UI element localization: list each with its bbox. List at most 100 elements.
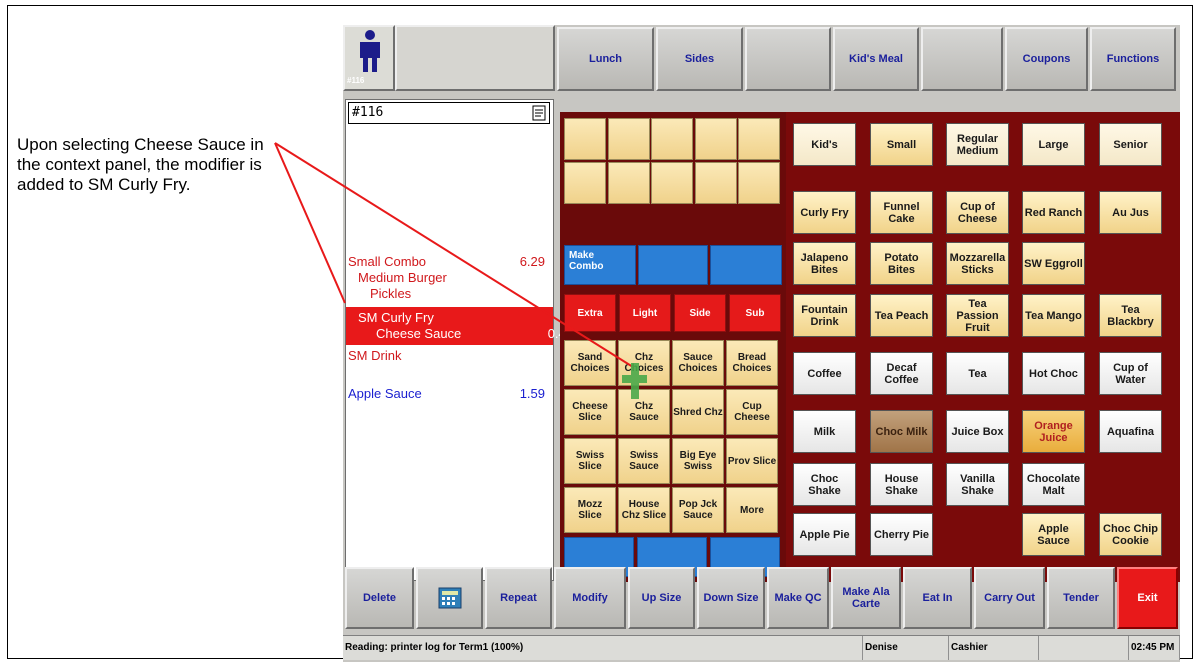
exit-button[interactable]: Exit (1117, 567, 1178, 629)
context-blank-button[interactable] (607, 118, 650, 160)
menu-choc-milk-button[interactable]: Choc Milk (870, 410, 933, 453)
menu-chocolate-malt-button[interactable]: Chocolate Malt (1022, 463, 1085, 506)
modifier-mozz-slice-button[interactable]: Mozz Slice (564, 487, 616, 533)
modifier-cup-cheese-button[interactable]: Cup Cheese (726, 389, 778, 435)
tab-blank[interactable] (921, 27, 1003, 91)
menu-orange-juice-button[interactable]: Orange Juice (1022, 410, 1085, 453)
order-line[interactable]: Apple Sauce 1.59 (348, 386, 551, 402)
modifier-shred-chz-button[interactable]: Shred Chz (672, 389, 724, 435)
menu-vanilla-shake-button[interactable]: Vanilla Shake (946, 463, 1009, 506)
menu-tea-mango-button[interactable]: Tea Mango (1022, 294, 1085, 337)
order-line[interactable]: Pickles (348, 286, 573, 302)
order-line[interactable]: Cheese Sauce0.40 (348, 326, 579, 342)
modifier-swiss-slice-button[interactable]: Swiss Slice (564, 438, 616, 484)
menu-kid-s-button[interactable]: Kid's (793, 123, 856, 166)
make-ala-carte-button[interactable]: Make Ala Carte (831, 567, 901, 629)
calculator-button[interactable] (416, 567, 483, 629)
tab-sides[interactable]: Sides (656, 27, 743, 91)
context-blank-button[interactable] (564, 162, 606, 204)
modifier-extra-button[interactable]: Extra (564, 294, 616, 332)
tab-lunch[interactable]: Lunch (557, 27, 654, 91)
modifier-cheese-slice-button[interactable]: Cheese Slice (564, 389, 616, 435)
modifier-prov-slice-button[interactable]: Prov Slice (726, 438, 778, 484)
tab-functions[interactable]: Functions (1090, 27, 1176, 91)
menu-tea-peach-button[interactable]: Tea Peach (870, 294, 933, 337)
menu-hot-choc-button[interactable]: Hot Choc (1022, 352, 1085, 395)
context-blank-button[interactable] (738, 162, 780, 204)
context-blank-button[interactable] (694, 118, 737, 160)
pos-window: #116 #116 Small Combo 6.29 Medium Burger Pi… (343, 25, 1180, 662)
menu-apple-sauce-button[interactable]: Apple Sauce (1022, 513, 1085, 556)
menu-milk-button[interactable]: Milk (793, 410, 856, 453)
modifier-sand-choices-button[interactable]: Sand Choices (564, 340, 616, 386)
modifier-sub-button[interactable]: Sub (729, 294, 781, 332)
menu-grid: Kid's Small Regular Medium Large Senior Curly… (786, 112, 1180, 582)
context-blue-button[interactable] (710, 245, 782, 285)
menu-funnel-cake-button[interactable]: Funnel Cake (870, 191, 933, 234)
menu-senior-button[interactable]: Senior (1099, 123, 1162, 166)
eat-in-button[interactable]: Eat In (903, 567, 972, 629)
menu-jalapeno-bites-button[interactable]: Jalapeno Bites (793, 242, 856, 285)
menu-cup-of-water-button[interactable]: Cup of Water (1099, 352, 1162, 395)
order-line[interactable]: Medium Burger (348, 270, 561, 286)
modify-button[interactable]: Modify (554, 567, 626, 629)
modifier-side-button[interactable]: Side (674, 294, 726, 332)
modifier-bread-choices-button[interactable]: Bread Choices (726, 340, 778, 386)
modifier-more-button[interactable]: More (726, 487, 778, 533)
menu-aquafina-button[interactable]: Aquafina (1099, 410, 1162, 453)
menu-house-shake-button[interactable]: House Shake (870, 463, 933, 506)
menu-au-jus-button[interactable]: Au Jus (1099, 191, 1162, 234)
context-blank-button[interactable] (607, 162, 650, 204)
menu-tea-button[interactable]: Tea (946, 352, 1009, 395)
menu-regular-medium-button[interactable]: Regular Medium (946, 123, 1009, 166)
modifier-house-chz-slice-button[interactable]: House Chz Slice (618, 487, 670, 533)
modifier-pop-jck-sauce-button[interactable]: Pop Jck Sauce (672, 487, 724, 533)
context-blank-button[interactable] (564, 118, 606, 160)
tab-blank[interactable] (745, 27, 831, 91)
menu-coffee-button[interactable]: Coffee (793, 352, 856, 395)
order-line[interactable]: Small Combo 6.29 (348, 254, 551, 270)
up-size-button[interactable]: Up Size (628, 567, 695, 629)
menu-red-ranch-button[interactable]: Red Ranch (1022, 191, 1085, 234)
receipt-icon (532, 105, 546, 121)
tender-button[interactable]: Tender (1047, 567, 1115, 629)
modifier-sauce-choices-button[interactable]: Sauce Choices (672, 340, 724, 386)
menu-curly-fry-button[interactable]: Curly Fry (793, 191, 856, 234)
menu-choc-shake-button[interactable]: Choc Shake (793, 463, 856, 506)
modifier-light-button[interactable]: Light (619, 294, 671, 332)
tab-kid-s-meal[interactable]: Kid's Meal (833, 27, 919, 91)
context-blank-button[interactable] (651, 162, 693, 204)
carry-out-button[interactable]: Carry Out (974, 567, 1045, 629)
delete-button[interactable]: Delete (345, 567, 414, 629)
menu-decaf-coffee-button[interactable]: Decaf Coffee (870, 352, 933, 395)
context-blank-button[interactable] (694, 162, 737, 204)
menu-large-button[interactable]: Large (1022, 123, 1085, 166)
menu-sw-eggroll-button[interactable]: SW Eggroll (1022, 242, 1085, 285)
modifier-big-eye-swiss-button[interactable]: Big Eye Swiss (672, 438, 724, 484)
context-blue-button[interactable] (638, 245, 708, 285)
make-qc-button[interactable]: Make QC (767, 567, 829, 629)
menu-apple-pie-button[interactable]: Apple Pie (793, 513, 856, 556)
menu-juice-box-button[interactable]: Juice Box (946, 410, 1009, 453)
order-line-label: Pickles (370, 286, 412, 301)
order-line[interactable]: SM Drink (348, 348, 551, 364)
menu-fountain-drink-button[interactable]: Fountain Drink (793, 294, 856, 337)
status-employee: Denise (863, 636, 949, 660)
menu-potato-bites-button[interactable]: Potato Bites (870, 242, 933, 285)
menu-mozzarella-sticks-button[interactable]: Mozzarella Sticks (946, 242, 1009, 285)
operator-button[interactable]: #116 (343, 25, 395, 91)
menu-cherry-pie-button[interactable]: Cherry Pie (870, 513, 933, 556)
modifier-swiss-sauce-button[interactable]: Swiss Sauce (618, 438, 670, 484)
order-line[interactable]: SM Curly Fry (348, 310, 561, 326)
menu-tea-passion-fruit-button[interactable]: Tea Passion Fruit (946, 294, 1009, 337)
context-blank-button[interactable] (651, 118, 693, 160)
make-combo-button[interactable]: Make Combo (564, 245, 636, 285)
menu-cup-of-cheese-button[interactable]: Cup of Cheese (946, 191, 1009, 234)
tab-coupons[interactable]: Coupons (1005, 27, 1088, 91)
repeat-button[interactable]: Repeat (485, 567, 552, 629)
menu-choc-chip-cookie-button[interactable]: Choc Chip Cookie (1099, 513, 1162, 556)
context-blank-button[interactable] (738, 118, 780, 160)
down-size-button[interactable]: Down Size (697, 567, 765, 629)
menu-tea-blackbry-button[interactable]: Tea Blackbry (1099, 294, 1162, 337)
menu-small-button[interactable]: Small (870, 123, 933, 166)
